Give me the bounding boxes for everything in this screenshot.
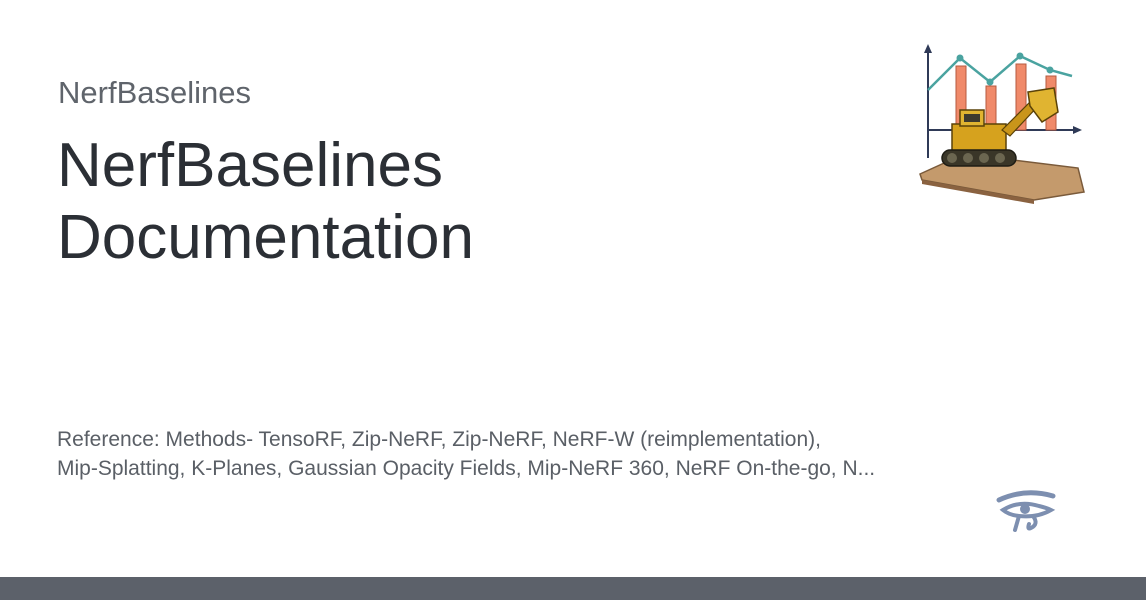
footer-bar: [0, 577, 1146, 600]
page-title-line-1: NerfBaselines: [57, 131, 443, 200]
page-description: Reference: Methods- TensoRF, Zip-NeRF, Z…: [57, 425, 987, 483]
page-title: NerfBaselines Documentation: [57, 130, 817, 274]
description-line-2: Mip-Splatting, K-Planes, Gaussian Opacit…: [57, 457, 876, 480]
page-title-line-2: Documentation: [57, 203, 475, 272]
chart-bulldozer-logo-icon: [919, 44, 1085, 204]
site-name: NerfBaselines: [58, 75, 251, 110]
preview-card: NerfBaselines NerfBaselines Documentatio…: [0, 0, 1146, 577]
eye-of-horus-icon: [996, 490, 1056, 532]
description-line-1: Reference: Methods- TensoRF, Zip-NeRF, Z…: [57, 428, 821, 451]
